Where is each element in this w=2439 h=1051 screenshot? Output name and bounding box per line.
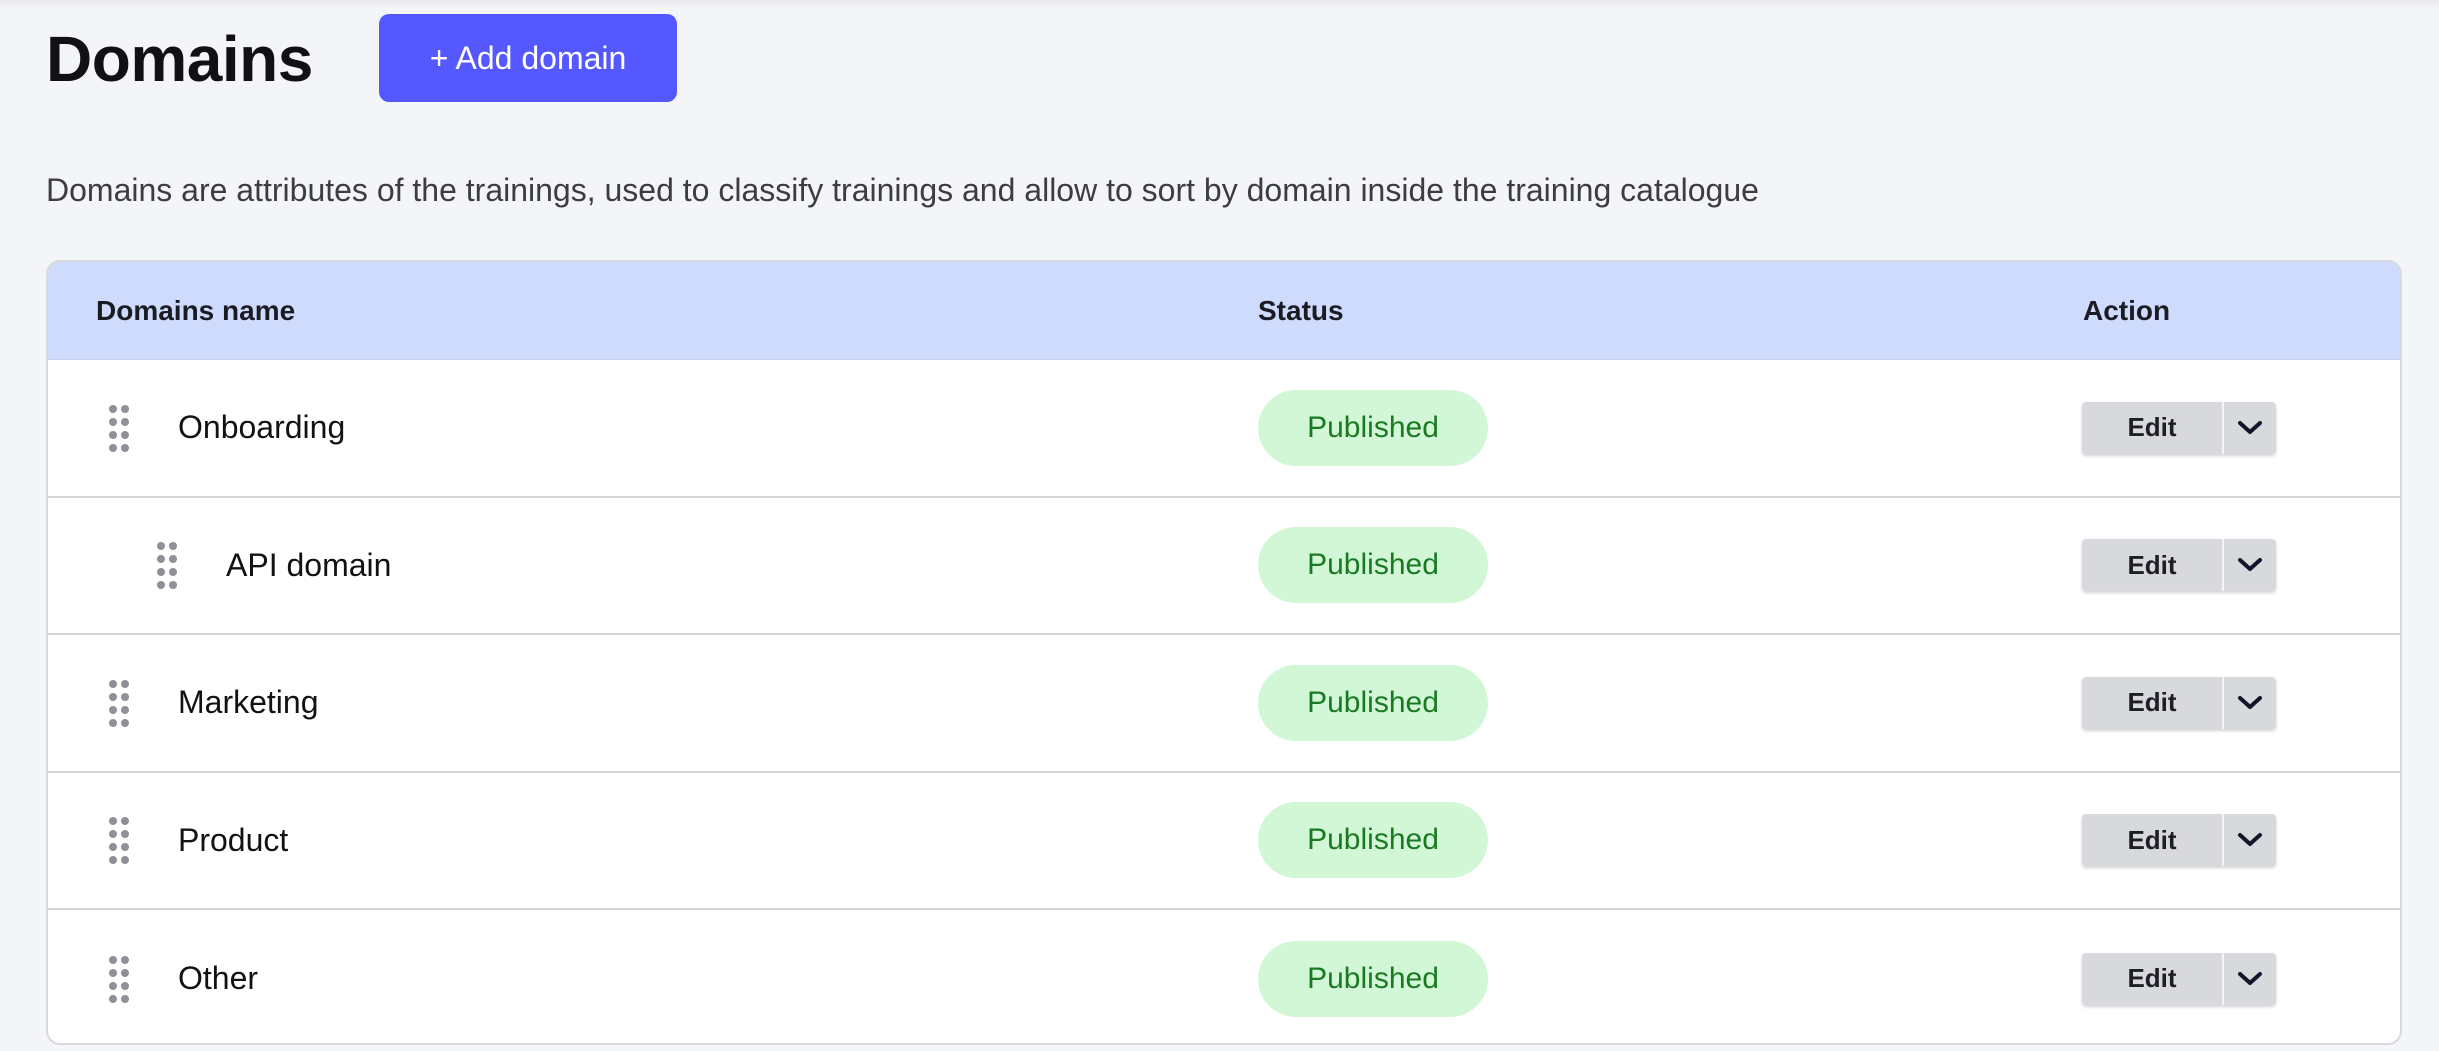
domain-name: Other <box>178 960 259 997</box>
drag-handle-icon[interactable] <box>108 404 130 452</box>
row-actions: Edit <box>2082 814 2276 867</box>
status-badge: Published <box>1258 940 1488 1017</box>
row-actions: Edit <box>2082 952 2276 1005</box>
page-title: Domains <box>46 23 313 95</box>
actions-dropdown-button[interactable] <box>2224 952 2276 1005</box>
status-badge: Published <box>1258 527 1488 604</box>
table-header: Domains name Status Action <box>48 262 2400 360</box>
add-domain-button[interactable]: + Add domain <box>379 14 677 102</box>
edit-button[interactable]: Edit <box>2082 814 2224 867</box>
column-header-status: Status <box>1258 295 1344 326</box>
status-badge: Published <box>1258 389 1488 466</box>
domain-name: Onboarding <box>178 409 346 446</box>
top-shadow <box>0 0 2439 8</box>
table-row: Other Published Edit <box>48 910 2400 1043</box>
domain-name: Product <box>178 821 289 858</box>
actions-dropdown-button[interactable] <box>2224 539 2276 592</box>
column-header-name: Domains name <box>96 295 296 326</box>
status-badge: Published <box>1258 802 1488 879</box>
column-header-action: Action <box>2083 295 2171 326</box>
drag-handle-icon[interactable] <box>108 679 130 727</box>
row-actions: Edit <box>2082 401 2276 454</box>
actions-dropdown-button[interactable] <box>2224 401 2276 454</box>
row-actions: Edit <box>2082 539 2276 592</box>
actions-dropdown-button[interactable] <box>2224 676 2276 729</box>
drag-handle-icon[interactable] <box>108 955 130 1003</box>
table-row: Product Published Edit <box>48 773 2400 910</box>
domain-name: Marketing <box>178 684 319 721</box>
chevron-down-icon <box>2238 558 2262 572</box>
chevron-down-icon <box>2238 420 2262 434</box>
chevron-down-icon <box>2238 971 2262 985</box>
edit-button[interactable]: Edit <box>2082 676 2224 729</box>
chevron-down-icon <box>2238 833 2262 847</box>
table-body: Onboarding Published Edit API domain Pub… <box>48 360 2400 1043</box>
actions-dropdown-button[interactable] <box>2224 814 2276 867</box>
table-row: API domain Published Edit <box>48 498 2400 635</box>
table-row: Marketing Published Edit <box>48 635 2400 773</box>
edit-button[interactable]: Edit <box>2082 539 2224 592</box>
chevron-down-icon <box>2238 695 2262 709</box>
row-actions: Edit <box>2082 676 2276 729</box>
domain-name: API domain <box>226 546 392 583</box>
drag-handle-icon[interactable] <box>156 541 178 590</box>
status-badge: Published <box>1258 664 1488 741</box>
drag-handle-icon[interactable] <box>108 816 130 865</box>
domains-page: Domains + Add domain Domains are attribu… <box>0 0 2439 1051</box>
domains-table: Domains name Status Action Onboarding Pu… <box>46 260 2402 1045</box>
page-description: Domains are attributes of the trainings,… <box>46 172 1759 208</box>
edit-button[interactable]: Edit <box>2082 401 2224 454</box>
table-row: Onboarding Published Edit <box>48 360 2400 498</box>
edit-button[interactable]: Edit <box>2082 952 2224 1005</box>
